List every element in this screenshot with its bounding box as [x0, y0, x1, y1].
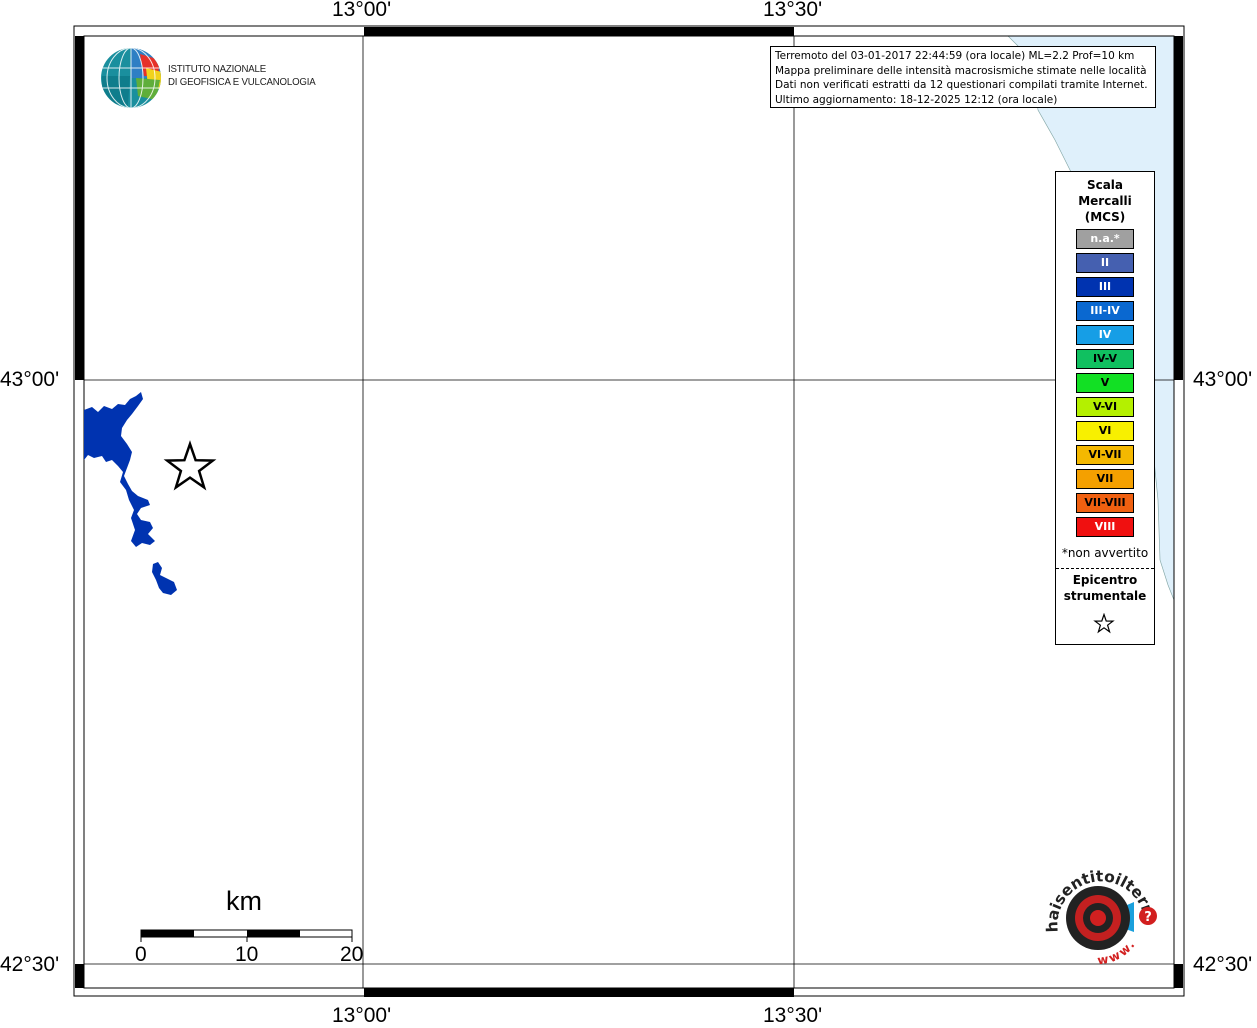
intensity-swatch: V-VI [1076, 397, 1134, 417]
intensity-swatch: VII-VIII [1076, 493, 1134, 513]
longitude-label: 13°00' [332, 0, 392, 21]
legend-title: Scala Mercalli (MCS) [1078, 178, 1132, 224]
intensity-swatch: IV-V [1076, 349, 1134, 369]
ingv-name-line1: ISTITUTO NAZIONALE [168, 63, 266, 75]
lake [152, 562, 177, 595]
event-info-line: Mappa preliminare delle intensità macros… [775, 64, 1147, 77]
ingv-logo: ISTITUTO NAZIONALE DI GEOFISICA E VULCAN… [100, 46, 320, 110]
intensity-scale: n.a.* II III III-IV IV IV-V V V-VI VI VI-VII VII VI… [1076, 229, 1134, 541]
intensity-swatch: V [1076, 373, 1134, 393]
latitude-label: 42°30' [0, 953, 60, 976]
intensity-swatch: III-IV [1076, 301, 1134, 321]
lake [84, 392, 155, 547]
haisentitoilterremoto-logo[interactable]: haisentitoilterremoto.it www. ? [1036, 852, 1162, 978]
latitude-label: 42°30' [1193, 953, 1253, 976]
event-info-line: Dati non verificati estratti da 12 quest… [775, 79, 1148, 91]
ingv-name-line2: DI GEOFISICA E VULCANOLOGIA [168, 76, 316, 88]
latitude-label: 43°00' [1193, 368, 1253, 391]
intensity-swatch: II [1076, 253, 1134, 273]
longitude-label: 13°30' [763, 1004, 823, 1027]
scale-unit-label: km [226, 886, 262, 916]
globe-icon [101, 48, 161, 108]
svg-text:?: ? [1144, 910, 1152, 925]
intensity-swatch: n.a.* [1076, 229, 1134, 249]
scale-bar [140, 929, 353, 942]
star-icon [1093, 613, 1115, 634]
event-info-line: Terremoto del 03-01-2017 22:44:59 (ora l… [775, 50, 1135, 62]
scale-tick-label: 20 [340, 943, 364, 966]
intensity-swatch: VII [1076, 469, 1134, 489]
scale-tick-label: 10 [235, 943, 259, 966]
mcs-legend: Scala Mercalli (MCS) n.a.* II III III-IV IV I… [1055, 171, 1155, 645]
epicenter-legend-title: Epicentro strumentale [1063, 573, 1147, 603]
scale-tick-label: 0 [135, 943, 147, 966]
longitude-label: 13°30' [763, 0, 823, 21]
event-info-line: Ultimo aggiornamento: 18-12-2025 12:12 (… [775, 93, 1058, 106]
intensity-swatch: VIII [1076, 517, 1134, 537]
latitude-label: 43°00' [0, 368, 60, 391]
legend-note: *non avvertito [1061, 546, 1149, 560]
intensity-swatch: VI [1076, 421, 1134, 441]
intensity-swatch: VI-VII [1076, 445, 1134, 465]
event-info-box: Terremoto del 03-01-2017 22:44:59 (ora l… [770, 46, 1156, 108]
intensity-swatch: IV [1076, 325, 1134, 345]
longitude-label: 13°00' [332, 1004, 392, 1027]
epicenter-star [163, 440, 217, 491]
legend-divider [1056, 568, 1154, 569]
intensity-swatch: III [1076, 277, 1134, 297]
